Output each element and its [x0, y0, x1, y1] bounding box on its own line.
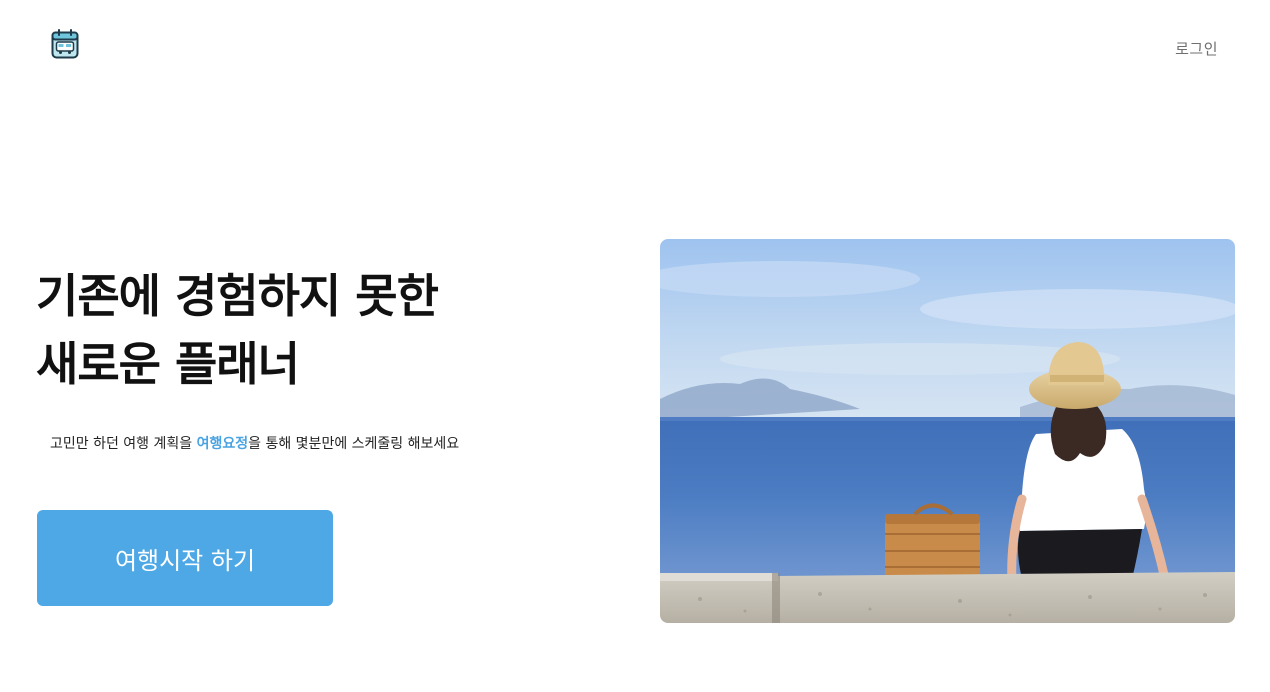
hero-headline-line-1: 기존에 경험하지 못한 — [36, 269, 439, 323]
landing-page: 로그인 기존에 경험하지 못한 새로운 플래너 고민만 하던 여행 계획을 여행… — [0, 0, 1270, 692]
login-link[interactable]: 로그인 — [1175, 38, 1218, 59]
brand-name: 여행요정 — [196, 436, 249, 452]
start-trip-button[interactable]: 여행시작 하기 — [37, 510, 333, 606]
subtext-suffix: 을 통해 몇분만에 스케줄링 해보세요 — [248, 436, 460, 452]
hero-photo — [660, 239, 1235, 623]
beach-woman-photo-icon — [660, 239, 1235, 623]
hero-headline: 기존에 경험하지 못한 새로운 플래너 — [36, 262, 439, 398]
app-logo-icon[interactable] — [51, 29, 79, 59]
hero-headline-line-2: 새로운 플래너 — [36, 337, 300, 391]
subtext-prefix: 고민만 하던 여행 계획을 — [50, 436, 197, 452]
hero-subtext: 고민만 하던 여행 계획을 여행요정을 통해 몇분만에 스케줄링 해보세요 — [50, 433, 459, 453]
